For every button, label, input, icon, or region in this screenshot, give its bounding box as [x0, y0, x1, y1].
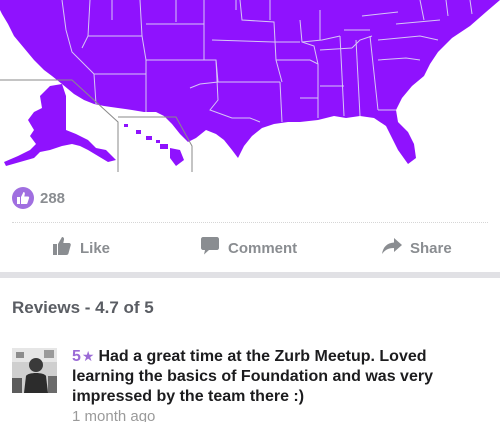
like-label: Like: [80, 239, 111, 257]
thumbs-up-icon: [12, 187, 34, 209]
share-label: Share: [410, 239, 452, 257]
likes-count: 288: [40, 189, 66, 207]
review-timestamp: 1 month ago: [72, 408, 156, 422]
comment-button[interactable]: Comment: [200, 232, 297, 264]
dotted-divider: [12, 222, 488, 223]
comment-bubble-icon: [200, 236, 220, 260]
hawaii-islands: [124, 124, 184, 166]
review-text: Had a great time at the Zurb Meetup. Lov…: [72, 348, 433, 405]
thumbs-up-icon: [52, 236, 72, 260]
comment-label: Comment: [228, 239, 298, 257]
hawaii-inset-border: [118, 116, 193, 172]
likes-summary[interactable]: 288: [12, 186, 65, 210]
review-content: 5★ Had a great time at the Zurb Meetup. L…: [72, 346, 490, 422]
reviews-heading: Reviews - 4.7 of 5: [12, 298, 154, 317]
review-page: 288 Like Comment Share Reviews - 4.7 of …: [0, 0, 500, 422]
us-map: [0, 0, 500, 172]
section-divider: [0, 272, 500, 278]
star-icon: ★: [81, 348, 95, 364]
avatar[interactable]: [12, 348, 57, 393]
review-rating: 5: [72, 348, 81, 365]
action-bar: Like Comment Share: [0, 232, 500, 264]
share-arrow-icon: [382, 236, 402, 260]
like-button[interactable]: Like: [52, 232, 110, 264]
share-button[interactable]: Share: [382, 232, 452, 264]
